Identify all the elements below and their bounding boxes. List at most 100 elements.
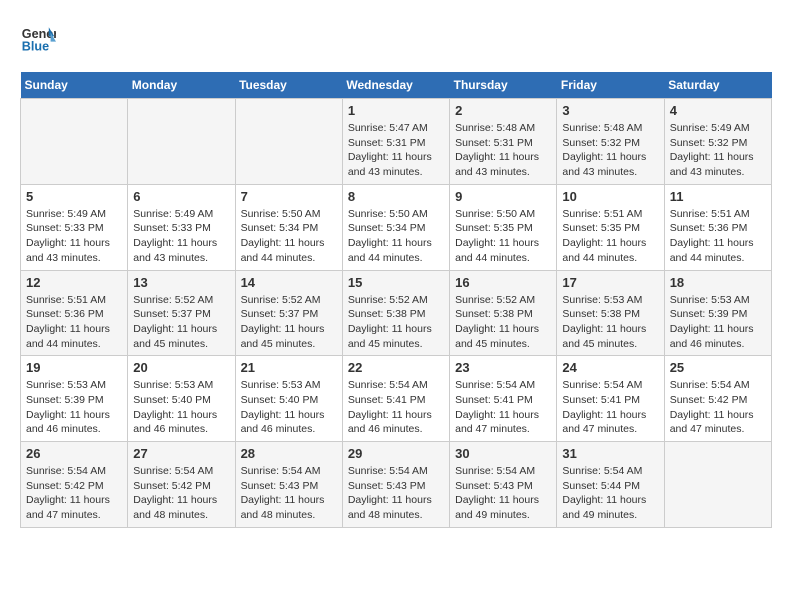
day-number: 28 xyxy=(241,446,337,461)
calendar-week-row: 12 Sunrise: 5:51 AM Sunset: 5:36 PM Dayli… xyxy=(21,270,772,356)
day-number: 31 xyxy=(562,446,658,461)
calendar-cell: 30Sunrise: 5:54 AM Sunset: 5:43 PM Dayli… xyxy=(450,442,557,528)
day-info: Sunrise: 5:54 AM Sunset: 5:43 PM Dayligh… xyxy=(348,464,444,523)
day-info: Sunrise: 5:54 AM Sunset: 5:42 PM Dayligh… xyxy=(26,464,122,523)
day-info: Sunrise: 5:51 AM Sunset: 5:36 PM Dayligh… xyxy=(26,293,122,352)
calendar-cell: 6Sunrise: 5:49 AM Sunset: 5:33 PM Daylig… xyxy=(128,184,235,270)
calendar-cell: 22 Sunrise: 5:54 AM Sunset: 5:41 PM Dayli… xyxy=(342,356,449,442)
day-info: Sunrise: 5:54 AM Sunset: 5:41 PM Dayligh… xyxy=(562,378,658,437)
day-info: Sunrise: 5:52 AM Sunset: 5:38 PM Dayligh… xyxy=(455,293,551,352)
day-number: 17 xyxy=(562,275,658,290)
day-number: 3 xyxy=(562,103,658,118)
weekday-header-row: SundayMondayTuesdayWednesdayThursdayFrid… xyxy=(21,72,772,99)
day-number: 9 xyxy=(455,189,551,204)
calendar-cell xyxy=(235,99,342,185)
weekday-header-saturday: Saturday xyxy=(664,72,771,99)
day-info: Sunrise: 5:53 AM Sunset: 5:38 PM Dayligh… xyxy=(562,293,658,352)
calendar-cell: 4 Sunrise: 5:49 AM Sunset: 5:32 PM Daylig… xyxy=(664,99,771,185)
logo: General Blue xyxy=(20,20,60,56)
weekday-header-monday: Monday xyxy=(128,72,235,99)
day-number: 18 xyxy=(670,275,766,290)
calendar-cell: 25 Sunrise: 5:54 AM Sunset: 5:42 PM Dayli… xyxy=(664,356,771,442)
day-number: 29 xyxy=(348,446,444,461)
calendar-week-row: 1 Sunrise: 5:47 AM Sunset: 5:31 PM Daylig… xyxy=(21,99,772,185)
day-number: 16 xyxy=(455,275,551,290)
day-info: Sunrise: 5:49 AM Sunset: 5:33 PM Dayligh… xyxy=(133,207,229,266)
calendar-cell: 3 Sunrise: 5:48 AM Sunset: 5:32 PM Daylig… xyxy=(557,99,664,185)
calendar-week-row: 26Sunrise: 5:54 AM Sunset: 5:42 PM Dayli… xyxy=(21,442,772,528)
calendar-cell xyxy=(128,99,235,185)
calendar-cell: 20 Sunrise: 5:53 AM Sunset: 5:40 PM Dayli… xyxy=(128,356,235,442)
logo-icon: General Blue xyxy=(20,20,56,56)
day-info: Sunrise: 5:53 AM Sunset: 5:40 PM Dayligh… xyxy=(133,378,229,437)
day-info: Sunrise: 5:49 AM Sunset: 5:32 PM Dayligh… xyxy=(670,121,766,180)
svg-text:Blue: Blue xyxy=(22,40,49,54)
calendar-table: SundayMondayTuesdayWednesdayThursdayFrid… xyxy=(20,72,772,528)
day-number: 12 xyxy=(26,275,122,290)
day-info: Sunrise: 5:53 AM Sunset: 5:40 PM Dayligh… xyxy=(241,378,337,437)
calendar-cell xyxy=(664,442,771,528)
day-info: Sunrise: 5:50 AM Sunset: 5:34 PM Dayligh… xyxy=(348,207,444,266)
calendar-cell: 31 Sunrise: 5:54 AM Sunset: 5:44 PM Dayli… xyxy=(557,442,664,528)
day-number: 13 xyxy=(133,275,229,290)
day-number: 14 xyxy=(241,275,337,290)
day-info: Sunrise: 5:48 AM Sunset: 5:32 PM Dayligh… xyxy=(562,121,658,180)
day-info: Sunrise: 5:54 AM Sunset: 5:42 PM Dayligh… xyxy=(133,464,229,523)
day-info: Sunrise: 5:50 AM Sunset: 5:35 PM Dayligh… xyxy=(455,207,551,266)
calendar-cell: 16 Sunrise: 5:52 AM Sunset: 5:38 PM Dayli… xyxy=(450,270,557,356)
day-info: Sunrise: 5:54 AM Sunset: 5:41 PM Dayligh… xyxy=(348,378,444,437)
calendar-cell: 10Sunrise: 5:51 AM Sunset: 5:35 PM Dayli… xyxy=(557,184,664,270)
calendar-cell: 12 Sunrise: 5:51 AM Sunset: 5:36 PM Dayli… xyxy=(21,270,128,356)
day-number: 8 xyxy=(348,189,444,204)
day-number: 19 xyxy=(26,360,122,375)
calendar-cell: 14 Sunrise: 5:52 AM Sunset: 5:37 PM Dayli… xyxy=(235,270,342,356)
day-info: Sunrise: 5:51 AM Sunset: 5:35 PM Dayligh… xyxy=(562,207,658,266)
calendar-cell: 28 Sunrise: 5:54 AM Sunset: 5:43 PM Dayli… xyxy=(235,442,342,528)
day-number: 11 xyxy=(670,189,766,204)
day-info: Sunrise: 5:52 AM Sunset: 5:37 PM Dayligh… xyxy=(133,293,229,352)
calendar-cell: 18 Sunrise: 5:53 AM Sunset: 5:39 PM Dayli… xyxy=(664,270,771,356)
day-number: 27 xyxy=(133,446,229,461)
calendar-cell: 27 Sunrise: 5:54 AM Sunset: 5:42 PM Dayli… xyxy=(128,442,235,528)
calendar-cell: 7 Sunrise: 5:50 AM Sunset: 5:34 PM Daylig… xyxy=(235,184,342,270)
day-info: Sunrise: 5:47 AM Sunset: 5:31 PM Dayligh… xyxy=(348,121,444,180)
day-number: 2 xyxy=(455,103,551,118)
calendar-cell: 8 Sunrise: 5:50 AM Sunset: 5:34 PM Daylig… xyxy=(342,184,449,270)
day-number: 5 xyxy=(26,189,122,204)
calendar-cell: 2Sunrise: 5:48 AM Sunset: 5:31 PM Daylig… xyxy=(450,99,557,185)
day-number: 22 xyxy=(348,360,444,375)
calendar-cell: 9 Sunrise: 5:50 AM Sunset: 5:35 PM Daylig… xyxy=(450,184,557,270)
day-info: Sunrise: 5:54 AM Sunset: 5:44 PM Dayligh… xyxy=(562,464,658,523)
day-number: 20 xyxy=(133,360,229,375)
weekday-header-thursday: Thursday xyxy=(450,72,557,99)
calendar-cell: 24 Sunrise: 5:54 AM Sunset: 5:41 PM Dayli… xyxy=(557,356,664,442)
day-info: Sunrise: 5:53 AM Sunset: 5:39 PM Dayligh… xyxy=(670,293,766,352)
day-number: 30 xyxy=(455,446,551,461)
day-number: 15 xyxy=(348,275,444,290)
page-header: General Blue xyxy=(20,20,772,56)
day-number: 4 xyxy=(670,103,766,118)
calendar-cell xyxy=(21,99,128,185)
day-number: 25 xyxy=(670,360,766,375)
calendar-cell: 5 Sunrise: 5:49 AM Sunset: 5:33 PM Daylig… xyxy=(21,184,128,270)
day-number: 1 xyxy=(348,103,444,118)
day-info: Sunrise: 5:54 AM Sunset: 5:43 PM Dayligh… xyxy=(241,464,337,523)
weekday-header-wednesday: Wednesday xyxy=(342,72,449,99)
day-info: Sunrise: 5:51 AM Sunset: 5:36 PM Dayligh… xyxy=(670,207,766,266)
weekday-header-friday: Friday xyxy=(557,72,664,99)
calendar-cell: 21Sunrise: 5:53 AM Sunset: 5:40 PM Dayli… xyxy=(235,356,342,442)
day-number: 7 xyxy=(241,189,337,204)
calendar-cell: 17 Sunrise: 5:53 AM Sunset: 5:38 PM Dayli… xyxy=(557,270,664,356)
day-info: Sunrise: 5:52 AM Sunset: 5:37 PM Dayligh… xyxy=(241,293,337,352)
calendar-cell: 19Sunrise: 5:53 AM Sunset: 5:39 PM Dayli… xyxy=(21,356,128,442)
day-info: Sunrise: 5:49 AM Sunset: 5:33 PM Dayligh… xyxy=(26,207,122,266)
day-number: 24 xyxy=(562,360,658,375)
calendar-week-row: 19Sunrise: 5:53 AM Sunset: 5:39 PM Dayli… xyxy=(21,356,772,442)
calendar-week-row: 5 Sunrise: 5:49 AM Sunset: 5:33 PM Daylig… xyxy=(21,184,772,270)
day-info: Sunrise: 5:54 AM Sunset: 5:41 PM Dayligh… xyxy=(455,378,551,437)
calendar-cell: 1 Sunrise: 5:47 AM Sunset: 5:31 PM Daylig… xyxy=(342,99,449,185)
weekday-header-sunday: Sunday xyxy=(21,72,128,99)
day-info: Sunrise: 5:50 AM Sunset: 5:34 PM Dayligh… xyxy=(241,207,337,266)
day-info: Sunrise: 5:54 AM Sunset: 5:42 PM Dayligh… xyxy=(670,378,766,437)
calendar-cell: 29 Sunrise: 5:54 AM Sunset: 5:43 PM Dayli… xyxy=(342,442,449,528)
